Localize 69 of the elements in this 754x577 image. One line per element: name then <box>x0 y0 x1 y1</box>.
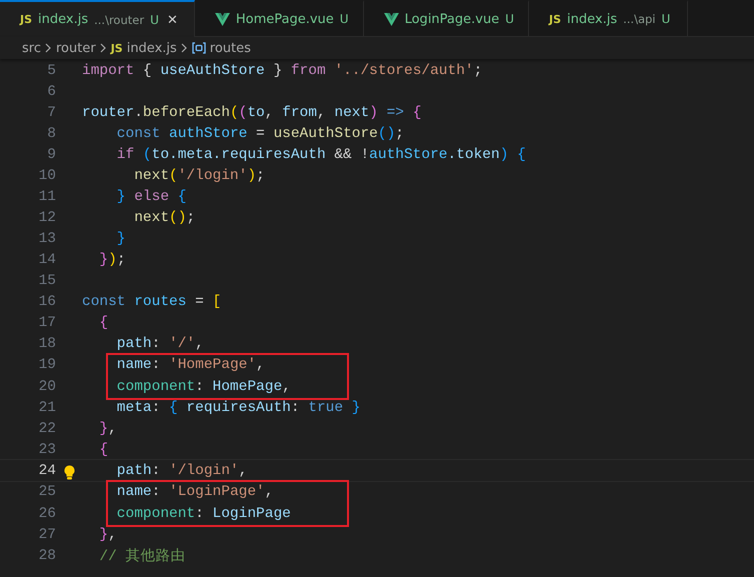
line-number: 16 <box>38 294 56 310</box>
js-file-icon: JS <box>20 13 32 26</box>
line-number: 13 <box>38 230 56 246</box>
code-line: }); <box>98 252 126 268</box>
line-number: 24 <box>38 462 56 478</box>
code-line: name: 'HomePage', <box>116 356 265 372</box>
chevron-right-icon <box>100 43 107 53</box>
variable-symbol-icon <box>192 42 206 54</box>
code-line: next(); <box>133 210 196 226</box>
tab-path: ...\router <box>94 12 144 26</box>
code-line: }, <box>98 526 117 542</box>
v-logo-icon <box>384 12 399 26</box>
line-number: 11 <box>38 188 56 204</box>
tab-path: ...\api <box>623 12 656 26</box>
line-number: 27 <box>38 526 56 542</box>
line-number: 20 <box>38 378 56 394</box>
code-line: meta: { requiresAuth: true } <box>116 400 360 416</box>
breadcrumb-item[interactable]: router <box>56 40 96 56</box>
line-number: 23 <box>38 442 56 458</box>
code-line: }, <box>98 420 117 436</box>
code-line: { <box>98 442 108 458</box>
breadcrumb-item[interactable]: src <box>22 40 41 56</box>
code-line: const routes = [ <box>82 294 222 310</box>
line-number: 10 <box>38 168 56 184</box>
untracked-status: U <box>662 12 670 26</box>
code-line: next('/login'); <box>133 168 265 184</box>
untracked-status: U <box>150 12 159 26</box>
editor-tab[interactable]: JS index.js ...\router U ✕ <box>0 0 195 37</box>
code-line: } else { <box>116 188 186 204</box>
breadcrumb-item[interactable]: index.js <box>126 40 177 56</box>
line-number: 15 <box>38 272 56 288</box>
lightbulb-icon[interactable] <box>64 464 75 480</box>
code-line: import { useAuthStore } from '../stores/auth'; <box>82 62 482 78</box>
line-number: 19 <box>38 356 56 372</box>
v-logo-icon <box>214 12 230 26</box>
js-file-icon: JS <box>110 42 123 54</box>
close-tab-button[interactable]: ✕ <box>164 12 180 27</box>
code-line: name: 'LoginPage', <box>116 484 274 500</box>
breadcrumb-item[interactable]: routes <box>210 40 251 56</box>
line-number: 17 <box>38 314 56 330</box>
line-number: 14 <box>38 252 56 268</box>
line-number: 7 <box>46 104 56 120</box>
code-line: component: HomePage, <box>116 378 291 394</box>
code-line: path: '/login', <box>116 462 248 478</box>
line-number: 21 <box>38 400 56 416</box>
line-number: 12 <box>38 210 56 226</box>
line-number: 9 <box>46 146 56 162</box>
code-line: { <box>98 314 108 330</box>
line-number: 22 <box>38 420 56 436</box>
line-number: 6 <box>46 84 56 100</box>
code-line: router.beforeEach((to, from, next) => { <box>82 104 422 120</box>
code-line: } <box>116 230 126 246</box>
line-number: 26 <box>38 506 56 522</box>
code-line: if (to.meta.requiresAuth && !authStore.token) { <box>116 146 526 162</box>
line-number: 5 <box>46 62 56 78</box>
code-line: const authStore = useAuthStore(); <box>116 126 404 142</box>
line-number: 28 <box>38 548 56 564</box>
untracked-status: U <box>340 12 349 26</box>
line-number: 8 <box>46 126 56 142</box>
chevron-right-icon <box>180 43 188 53</box>
editor-tab[interactable]: LoginPage.vue U <box>364 0 529 36</box>
chevron-right-icon <box>44 43 52 53</box>
code-line: path: '/', <box>116 336 204 352</box>
untracked-status: U <box>505 12 514 26</box>
line-number: 18 <box>38 336 56 352</box>
code-line: // 其他路由 <box>98 547 186 565</box>
line-number: 25 <box>38 484 56 500</box>
code-line: component: LoginPage <box>116 506 291 522</box>
js-file-icon: JS <box>549 12 562 26</box>
